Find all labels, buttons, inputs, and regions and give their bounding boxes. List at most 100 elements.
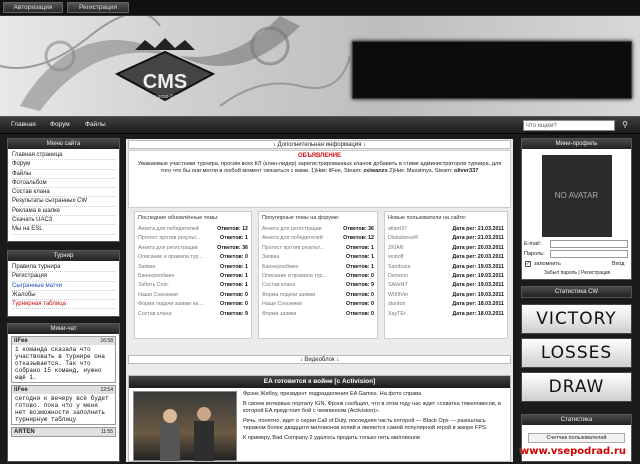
- updated-topic-row-meta: Ответов: 1: [220, 263, 248, 270]
- new-user-row-title[interactable]: SAIleNT: [388, 282, 408, 288]
- new-user-row-title[interactable]: stanton: [388, 301, 405, 307]
- popular-topic-row[interactable]: Протест против результ... Ответов: 1: [259, 244, 377, 253]
- new-user-row-title[interactable]: atlant37: [388, 226, 407, 232]
- tournament-matches[interactable]: Сыгранные матчи: [12, 282, 115, 291]
- menu-item-photo[interactable]: Фотоальбом: [12, 179, 115, 189]
- menu-item-cw-results[interactable]: Результаты сыгранных CW: [12, 197, 115, 207]
- popular-topic-row[interactable]: Наши Союзники Ответов: 0: [259, 300, 377, 309]
- updated-topic-row[interactable]: Состав клана Ответов: 9: [135, 310, 251, 319]
- tournament-complaints[interactable]: Жалобы: [12, 291, 115, 301]
- chat-user[interactable]: liFee: [14, 387, 28, 393]
- new-user-row[interactable]: ZKIAN Дата рег: 20.03.2011: [385, 244, 507, 253]
- login-button[interactable]: Вход: [612, 261, 624, 267]
- tournament-register[interactable]: Регистрация: [12, 272, 115, 282]
- popular-topic-row[interactable]: Состав клана Ответов: 9: [259, 281, 377, 290]
- popular-topic-row[interactable]: Баннерообмен Ответов: 1: [259, 263, 377, 272]
- auth-button[interactable]: Авторизация: [3, 2, 63, 13]
- menu-item-files[interactable]: Файлы: [12, 170, 115, 179]
- new-user-row[interactable]: stanton Дата рег: 18.03.2011: [385, 300, 507, 309]
- new-user-row[interactable]: SAIleNT Дата рег: 19.03.2011: [385, 281, 507, 290]
- updated-topic-row-title[interactable]: Анкета для регистрации: [138, 245, 198, 251]
- new-user-row-title[interactable]: Demonn: [388, 273, 408, 279]
- new-user-row[interactable]: Sambuca Дата рег: 19.03.2011: [385, 263, 507, 272]
- new-user-row-title[interactable]: vestoff: [388, 254, 404, 260]
- updated-topic-row[interactable]: Анкета для регистрации Ответов: 36: [135, 244, 251, 253]
- new-user-row-title[interactable]: DisbalanceR: [388, 235, 418, 241]
- menu-item-esl[interactable]: Мы на ESL: [12, 225, 115, 235]
- news-title[interactable]: EA готовится к войне [с Activision]: [129, 376, 510, 388]
- popular-topic-row-title[interactable]: Анкета для победителей: [262, 235, 323, 241]
- email-field[interactable]: [550, 240, 628, 248]
- user-counter-tab[interactable]: Счетчик пользователей: [528, 433, 625, 443]
- updated-topic-row-title[interactable]: Протест против результ...: [138, 235, 200, 241]
- popular-topic-row-title[interactable]: Наши Союзники: [262, 301, 302, 307]
- updated-topic-row[interactable]: Забить Сою. Ответов: 1: [135, 281, 251, 290]
- updated-topic-row-title[interactable]: Форма подачи заявки на ...: [138, 301, 204, 307]
- popular-topic-row-title[interactable]: Баннерообмен: [262, 264, 299, 270]
- search-input[interactable]: Что ищем?: [523, 120, 615, 131]
- news-photo[interactable]: [133, 391, 237, 461]
- updated-topic-row-title[interactable]: Баннерообмен: [138, 273, 175, 279]
- updated-topic-row-title[interactable]: Забить Сою.: [138, 282, 169, 288]
- new-user-row[interactable]: DisbalanceR Дата рег: 21.03.2011: [385, 234, 507, 243]
- new-user-row[interactable]: W00tVer Дата рег: 19.03.2011: [385, 291, 507, 300]
- menu-item-clan[interactable]: Состав клана: [12, 188, 115, 198]
- news-paragraph: В своем интервью порталу IGN, Фрэнк сооб…: [243, 401, 501, 414]
- new-user-row-title[interactable]: XayTEr: [388, 311, 406, 317]
- chat-user[interactable]: liFee: [14, 338, 28, 344]
- popular-topic-row-title[interactable]: Состав клана: [262, 282, 295, 288]
- popular-topic-row-title[interactable]: Описание и правила тур...: [262, 273, 327, 279]
- updated-topic-row[interactable]: Баннерообмен Ответов: 1: [135, 272, 251, 281]
- updated-topic-row-title[interactable]: Описание и правила тур...: [138, 254, 203, 260]
- register-button[interactable]: Регистрация: [67, 2, 129, 13]
- nav-files[interactable]: Файлы: [85, 121, 106, 128]
- chat-user[interactable]: ARTEN: [14, 429, 35, 435]
- updated-topic-row-title[interactable]: Анкета для победителей: [138, 226, 199, 232]
- popular-topic-row-title[interactable]: Заявка: [262, 254, 279, 260]
- victory-button[interactable]: VICTORY: [521, 304, 632, 334]
- updated-topic-row[interactable]: Протест против результ... Ответов: 1: [135, 234, 251, 243]
- tournament-table[interactable]: Турнирная таблица: [12, 300, 115, 310]
- header-banner[interactable]: [352, 41, 632, 99]
- tournament-rules[interactable]: Правила турнира: [12, 263, 115, 273]
- updated-topic-row[interactable]: Описание и правила тур... Ответов: 0: [135, 253, 251, 262]
- updated-topic-row-title[interactable]: Наши Союзники: [138, 292, 178, 298]
- updated-topic-row-title[interactable]: Заявка: [138, 264, 155, 270]
- password-field[interactable]: [550, 250, 628, 258]
- site-logo[interactable]: CMS www.ucoz-3.ru.ru: [105, 36, 225, 116]
- new-user-row-title[interactable]: W00tVer: [388, 292, 408, 298]
- losses-button[interactable]: LOSSES: [521, 338, 632, 368]
- popular-topic-row-title[interactable]: Форма заявки: [262, 311, 296, 317]
- menu-item-uac3[interactable]: Скачать UAC3: [12, 216, 115, 226]
- draw-button[interactable]: DRAW: [521, 372, 632, 402]
- register-link[interactable]: Регистрация: [581, 270, 610, 276]
- popular-topic-row-title[interactable]: Анкета для регистрации: [262, 226, 322, 232]
- new-user-row[interactable]: Demonn Дата рег: 19.03.2011: [385, 272, 507, 281]
- updated-topic-row[interactable]: Анкета для победителей Ответов: 12: [135, 225, 251, 234]
- updated-topic-row-title[interactable]: Состав клана: [138, 311, 171, 317]
- menu-item-ads[interactable]: Реклама в шапке: [12, 207, 115, 217]
- new-user-row[interactable]: vestoff Дата рег: 20.03.2011: [385, 253, 507, 262]
- forgot-password-link[interactable]: Забыл пароль: [544, 270, 577, 276]
- popular-topic-row-title[interactable]: Протест против результ...: [262, 245, 324, 251]
- nav-forum[interactable]: Форум: [50, 121, 70, 128]
- remember-checkbox[interactable]: ✓: [525, 261, 531, 267]
- popular-topic-row[interactable]: Форма заявки Ответов: 0: [259, 310, 377, 319]
- new-user-row[interactable]: XayTEr Дата рег: 18.03.2011: [385, 310, 507, 319]
- new-user-row[interactable]: atlant37 Дата рег: 21.03.2011: [385, 225, 507, 234]
- search-icon[interactable]: ⚲: [618, 120, 632, 131]
- menu-item-forum[interactable]: Форум: [12, 160, 115, 170]
- updated-topic-row[interactable]: Наши Союзники Ответов: 0: [135, 291, 251, 300]
- popular-topic-row[interactable]: Форма подачи заявки Ответов: 0: [259, 291, 377, 300]
- updated-topic-row[interactable]: Форма подачи заявки на ... Ответов: 0: [135, 300, 251, 309]
- menu-item-home[interactable]: Главная страница: [12, 151, 115, 161]
- updated-topic-row[interactable]: Заявка Ответов: 1: [135, 263, 251, 272]
- popular-topic-row-title[interactable]: Форма подачи заявки: [262, 292, 315, 298]
- popular-topic-row[interactable]: Описание и правила тур... Ответов: 0: [259, 272, 377, 281]
- popular-topic-row[interactable]: Анкета для победителей Ответов: 12: [259, 234, 377, 243]
- nav-home[interactable]: Главная: [11, 121, 36, 128]
- popular-topic-row[interactable]: Анкета для регистрации Ответов: 36: [259, 225, 377, 234]
- new-user-row-title[interactable]: ZKIAN: [388, 245, 404, 251]
- popular-topic-row[interactable]: Заявка Ответов: 1: [259, 253, 377, 262]
- new-user-row-title[interactable]: Sambuca: [388, 264, 410, 270]
